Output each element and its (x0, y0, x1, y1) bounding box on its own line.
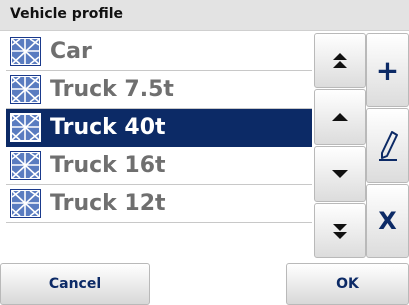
list-item-label: Truck 40t (50, 115, 166, 140)
dialog-title: Vehicle profile (10, 6, 124, 22)
ok-button-label: OK (336, 276, 359, 292)
plus-icon: + (375, 53, 400, 87)
list-item-car[interactable]: Car (6, 33, 312, 71)
list-item-label: Truck 7.5t (50, 77, 174, 102)
add-profile-button[interactable]: + (366, 33, 409, 107)
list-item-truck-40t[interactable]: Truck 40t (6, 109, 312, 147)
chevron-down-icon (332, 170, 348, 178)
scroll-up-button[interactable] (314, 89, 366, 145)
chevron-up-icon (332, 113, 348, 121)
vehicle-profile-icon (10, 151, 41, 180)
ok-button[interactable]: OK (286, 263, 409, 305)
double-chevron-up-icon (333, 52, 347, 68)
edit-profile-button[interactable] (366, 108, 409, 183)
cancel-button[interactable]: Cancel (0, 263, 150, 305)
double-chevron-down-icon (333, 223, 347, 239)
page-up-button[interactable] (314, 33, 366, 88)
vehicle-profile-icon (10, 113, 41, 142)
pencil-icon (378, 130, 398, 161)
delete-icon: X (378, 207, 397, 235)
list-item-truck-12t[interactable]: Truck 12t (6, 185, 312, 223)
list-item-truck-16t[interactable]: Truck 16t (6, 147, 312, 185)
list-item-truck-7-5t[interactable]: Truck 7.5t (6, 71, 312, 109)
page-down-button[interactable] (314, 203, 366, 258)
vehicle-profile-list: Car Truck 7.5t Truck 40t Truck 16t Truck… (6, 33, 312, 258)
list-item-label: Car (50, 39, 92, 64)
vehicle-profile-icon (10, 75, 41, 104)
delete-profile-button[interactable]: X (366, 184, 409, 258)
list-item-label: Truck 12t (50, 191, 166, 216)
list-item-label: Truck 16t (50, 153, 166, 178)
vehicle-profile-icon (10, 189, 41, 218)
scroll-down-button[interactable] (314, 146, 366, 202)
vehicle-profile-icon (10, 37, 41, 66)
dialog-header: Vehicle profile (0, 0, 409, 31)
cancel-button-label: Cancel (48, 276, 102, 292)
